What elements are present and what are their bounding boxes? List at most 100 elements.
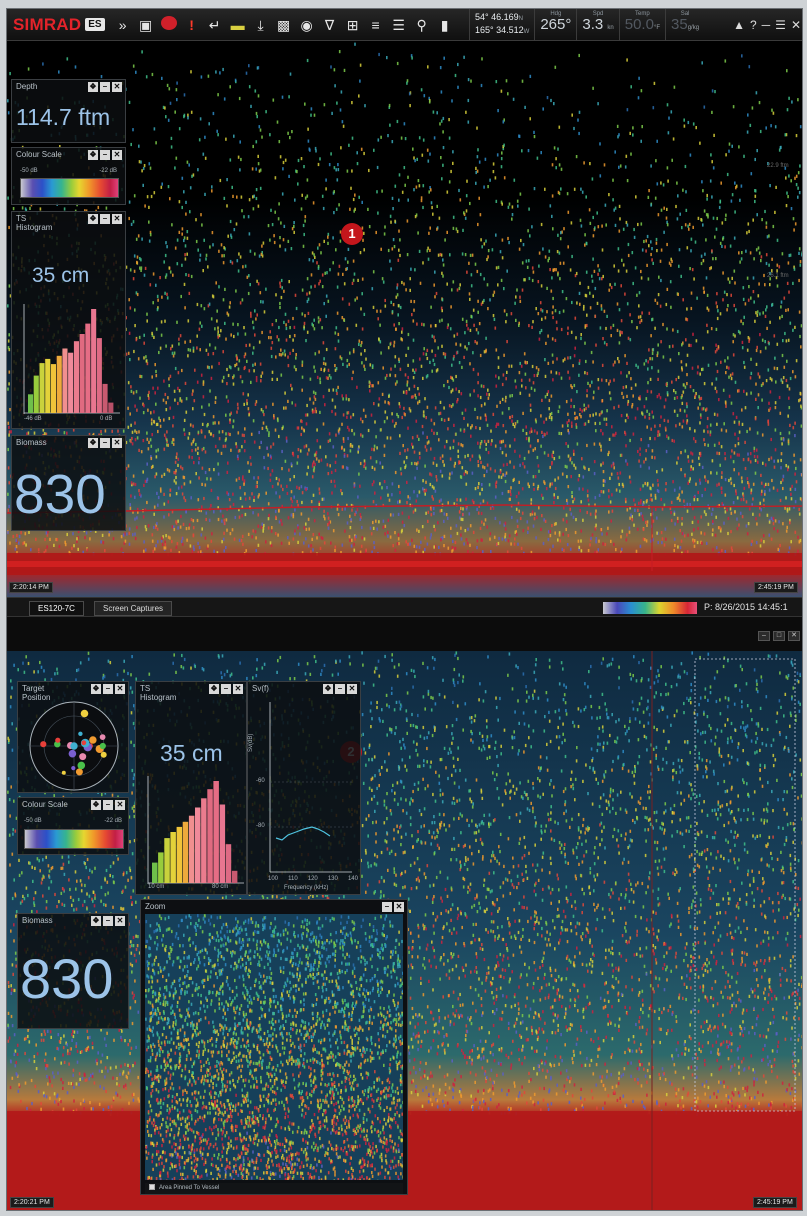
bars-icon[interactable]: ▩ xyxy=(276,17,292,33)
alert-icon[interactable]: ! xyxy=(184,17,200,33)
minimize-icon[interactable]: – xyxy=(103,916,113,926)
settings-icon[interactable]: ❖ xyxy=(88,82,98,92)
minimize-icon[interactable]: – xyxy=(758,631,770,641)
depth-widget[interactable]: Depth ❖ – ✕ 114.7 ftm xyxy=(11,79,126,143)
settings-icon[interactable]: ❖ xyxy=(88,214,98,224)
list-icon[interactable]: ☰ xyxy=(391,17,407,33)
minimize-icon[interactable]: – xyxy=(100,214,110,224)
minimize-icon[interactable]: – xyxy=(100,150,110,160)
close-icon[interactable]: ✕ xyxy=(394,902,404,912)
echogram-top-canvas[interactable] xyxy=(7,41,803,597)
warning-icon[interactable]: ▲ xyxy=(733,18,745,32)
close-icon[interactable]: ✕ xyxy=(115,684,125,694)
zoom-window[interactable]: Zoom – ✕ Area Pinned To Vessel xyxy=(140,899,408,1195)
ts-histogram-value-bottom: 35 cm xyxy=(160,740,223,766)
status-bar: ES120-7C Screen Captures P: 8/26/2015 14… xyxy=(7,597,802,617)
histogram-bar xyxy=(207,789,213,883)
zoom-echogram[interactable] xyxy=(145,914,403,1180)
colour-scale-widget[interactable]: Colour Scale ❖ – ✕ -50 dB -22 dB xyxy=(11,147,126,205)
tab-screen-captures[interactable]: Screen Captures xyxy=(94,601,173,616)
layers-icon[interactable]: ≡ xyxy=(368,17,384,33)
return-icon[interactable]: ↵ xyxy=(207,17,223,33)
minus-icon[interactable]: ▬ xyxy=(230,17,246,33)
svf-xtick: 130 xyxy=(327,876,338,882)
speed-readout: Spd 3.3 kn xyxy=(576,9,618,41)
minimize-icon[interactable]: – xyxy=(221,684,231,694)
maximize-icon[interactable]: □ xyxy=(773,631,785,641)
chevrons-down-icon[interactable]: » xyxy=(115,17,131,33)
minimize-icon[interactable]: – xyxy=(103,800,113,810)
model-badge[interactable]: ES xyxy=(85,18,105,31)
minimize-icon[interactable]: – xyxy=(382,902,392,912)
close-icon[interactable]: ✕ xyxy=(112,82,122,92)
histogram-bar xyxy=(68,352,74,413)
colour-scale-min: -50 dB xyxy=(20,168,38,174)
ts-histogram-xmin: -46 dB xyxy=(24,416,42,422)
help-icon[interactable]: ? xyxy=(750,18,757,32)
minimize-icon[interactable]: – xyxy=(100,82,110,92)
time-end-bottom: 2:45:19 PM xyxy=(753,1197,797,1208)
magnifier-icon[interactable]: ⚲ xyxy=(414,17,430,33)
svf-ytick-1: -60 xyxy=(256,778,265,784)
close-icon[interactable]: ✕ xyxy=(115,916,125,926)
colour-scale-bar[interactable] xyxy=(20,178,119,198)
menu-icon[interactable]: ☰ xyxy=(775,18,786,32)
svf-xtick: 140 xyxy=(347,876,358,882)
ts-histogram-value: 35 cm xyxy=(32,264,90,287)
biomass-widget[interactable]: Biomass ❖ – ✕ 830 xyxy=(11,435,126,531)
target-dot xyxy=(68,749,77,758)
settings-icon[interactable]: ❖ xyxy=(88,438,98,448)
time-start-bottom: 2:20:21 PM xyxy=(10,1197,54,1208)
echogram-pane-bottom[interactable]: 2 Target Position ❖–✕ Colour Scale ❖–✕ -… xyxy=(7,651,802,1210)
biomass-widget-bottom[interactable]: Biomass ❖ – ✕ 830 xyxy=(17,913,129,1029)
settings-icon[interactable]: ❖ xyxy=(91,916,101,926)
settings-icon[interactable]: ❖ xyxy=(91,684,101,694)
settings-icon[interactable]: ❖ xyxy=(209,684,219,694)
target-dot xyxy=(75,768,83,776)
histogram-bar xyxy=(56,355,62,413)
download-icon[interactable]: ⤓ xyxy=(253,17,269,33)
close-icon[interactable]: ✕ xyxy=(112,438,122,448)
status-colour-bar xyxy=(603,602,697,614)
target-dot xyxy=(71,766,76,771)
histogram-bar xyxy=(219,804,226,883)
ts-histogram-widget[interactable]: TS Histogram ❖ – ✕ 35 cm -46 dB 0 dB xyxy=(11,211,126,429)
settings-icon[interactable]: ❖ xyxy=(88,150,98,160)
biomass-title: Biomass xyxy=(16,438,47,447)
colour-scale-widget-bottom[interactable]: Colour Scale ❖ – ✕ -50 dB -22 dB xyxy=(17,797,129,855)
record-icon[interactable] xyxy=(160,16,177,33)
minimize-icon[interactable]: ─ xyxy=(762,18,771,32)
target-dot xyxy=(99,734,106,740)
filter-icon[interactable]: ∇ xyxy=(322,17,338,33)
target-dot xyxy=(78,731,83,736)
echogram-pane-top[interactable]: 1 Depth ❖ – ✕ 114.7 ftm Colour Scale ❖ – ✕ -… xyxy=(7,41,803,597)
camera-icon[interactable]: ▣ xyxy=(138,17,154,33)
tab-es120-7c[interactable]: ES120-7C xyxy=(29,601,84,616)
close-icon[interactable]: ✕ xyxy=(112,214,122,224)
histogram-bar xyxy=(85,323,91,413)
close-icon[interactable]: ✕ xyxy=(112,150,122,160)
target-position-widget[interactable]: Target Position ❖ – ✕ xyxy=(17,681,129,793)
close-icon[interactable]: ✕ xyxy=(115,800,125,810)
close-icon[interactable]: ✕ xyxy=(233,684,243,694)
simrad-logo: SIMRAD xyxy=(13,14,82,34)
svf-widget[interactable]: Sv(f) ❖ – ✕ -60 -80 Sv(dB) 100 110 120 130… xyxy=(247,681,361,895)
pin-checkbox[interactable] xyxy=(149,1184,155,1191)
battery-icon[interactable]: ▮ xyxy=(437,17,453,33)
globe-icon[interactable]: ◉ xyxy=(299,17,315,33)
grid-icon[interactable]: ⊞ xyxy=(345,17,361,33)
range-tick-1: 22.9 ftm xyxy=(767,163,789,169)
settings-icon[interactable]: ❖ xyxy=(91,800,101,810)
histogram-bar xyxy=(231,870,238,883)
target-position-plot xyxy=(29,701,119,791)
close-icon[interactable]: ✕ xyxy=(791,18,801,32)
close-icon[interactable]: ✕ xyxy=(788,631,800,641)
time-start-top: 2:20:14 PM xyxy=(9,582,53,593)
svf-chart xyxy=(269,702,352,873)
ts-histogram-widget-bottom[interactable]: TS Histogram ❖ – ✕ 35 cm 10 cm 80 cm xyxy=(135,681,247,895)
minimize-icon[interactable]: – xyxy=(100,438,110,448)
minimize-icon[interactable]: – xyxy=(103,684,113,694)
histogram-bar xyxy=(39,363,45,413)
colour-scale-bar-bottom[interactable] xyxy=(24,829,124,849)
ts-histogram-title-bottom: TS Histogram xyxy=(140,684,177,702)
